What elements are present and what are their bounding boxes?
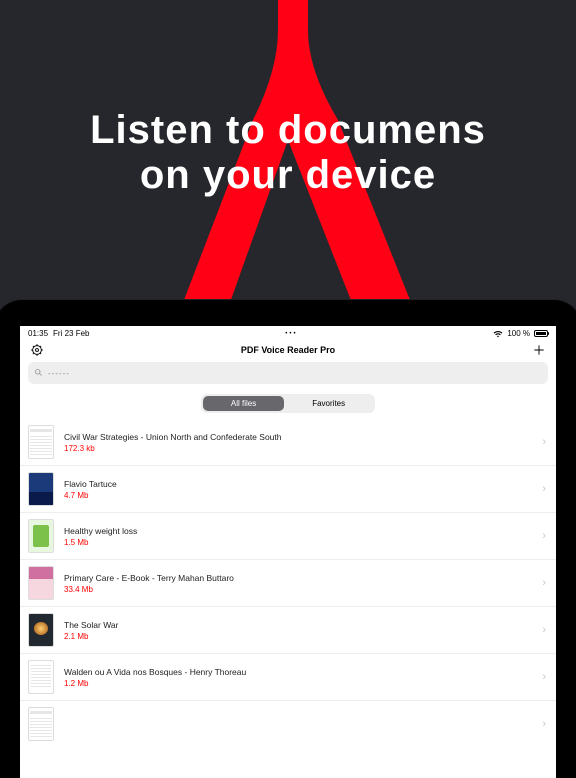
file-title: Flavio Tartuce [64, 479, 532, 489]
list-item[interactable]: Flavio Tartuce 4.7 Mb › [20, 465, 556, 512]
app-title: PDF Voice Reader Pro [241, 345, 335, 355]
list-item[interactable]: Walden ou A Vida nos Bosques - Henry Tho… [20, 653, 556, 700]
list-item[interactable]: › [20, 700, 556, 747]
search-field[interactable]: ------ [28, 362, 548, 384]
chevron-right-icon: › [542, 530, 548, 542]
file-size: 1.5 Mb [64, 538, 532, 547]
filter-segmented-control[interactable]: All files Favorites [201, 394, 375, 413]
file-thumbnail [28, 519, 54, 553]
tablet-frame: 01:35 Fri 23 Feb ••• 100 % PDF Voice Rea… [0, 300, 576, 778]
file-size: 172.3 kb [64, 444, 532, 453]
status-time: 01:35 [28, 329, 48, 338]
file-title: Healthy weight loss [64, 526, 532, 536]
headline-line1: Listen to documens [90, 108, 486, 152]
headline-line2: on your device [140, 153, 436, 197]
list-item[interactable]: Healthy weight loss 1.5 Mb › [20, 512, 556, 559]
add-button[interactable] [532, 343, 546, 357]
wifi-icon [493, 330, 503, 338]
file-size: 33.4 Mb [64, 585, 532, 594]
chevron-right-icon: › [542, 718, 548, 730]
status-battery-pct: 100 % [507, 329, 530, 338]
file-size: 1.2 Mb [64, 679, 532, 688]
file-thumbnail [28, 472, 54, 506]
chevron-right-icon: › [542, 624, 548, 636]
status-dots: ••• [90, 331, 494, 337]
file-thumbnail [28, 707, 54, 741]
chevron-right-icon: › [542, 671, 548, 683]
battery-icon [534, 330, 548, 337]
list-item[interactable]: Primary Care - E-Book - Terry Mahan Butt… [20, 559, 556, 606]
search-icon [34, 364, 43, 382]
status-bar: 01:35 Fri 23 Feb ••• 100 % [20, 326, 556, 339]
settings-button[interactable] [30, 343, 44, 357]
chevron-right-icon: › [542, 483, 548, 495]
file-thumbnail [28, 613, 54, 647]
chevron-right-icon: › [542, 436, 548, 448]
status-date: Fri 23 Feb [53, 329, 89, 338]
file-title: The Solar War [64, 620, 532, 630]
app-screen: 01:35 Fri 23 Feb ••• 100 % PDF Voice Rea… [20, 326, 556, 778]
file-thumbnail [28, 566, 54, 600]
search-placeholder: ------ [48, 369, 70, 378]
file-thumbnail [28, 660, 54, 694]
file-title: Civil War Strategies - Union North and C… [64, 432, 532, 442]
promo-headline: Listen to documens on your device [0, 108, 576, 198]
file-title: Primary Care - E-Book - Terry Mahan Butt… [64, 573, 532, 583]
tab-all-files[interactable]: All files [203, 396, 284, 411]
chevron-right-icon: › [542, 577, 548, 589]
file-size: 4.7 Mb [64, 491, 532, 500]
tab-favorites[interactable]: Favorites [284, 396, 373, 411]
file-size: 2.1 Mb [64, 632, 532, 641]
file-thumbnail [28, 425, 54, 459]
nav-bar: PDF Voice Reader Pro [20, 339, 556, 360]
list-item[interactable]: Civil War Strategies - Union North and C… [20, 419, 556, 465]
file-list: Civil War Strategies - Union North and C… [20, 419, 556, 778]
list-item[interactable]: The Solar War 2.1 Mb › [20, 606, 556, 653]
file-title: Walden ou A Vida nos Bosques - Henry Tho… [64, 667, 532, 677]
